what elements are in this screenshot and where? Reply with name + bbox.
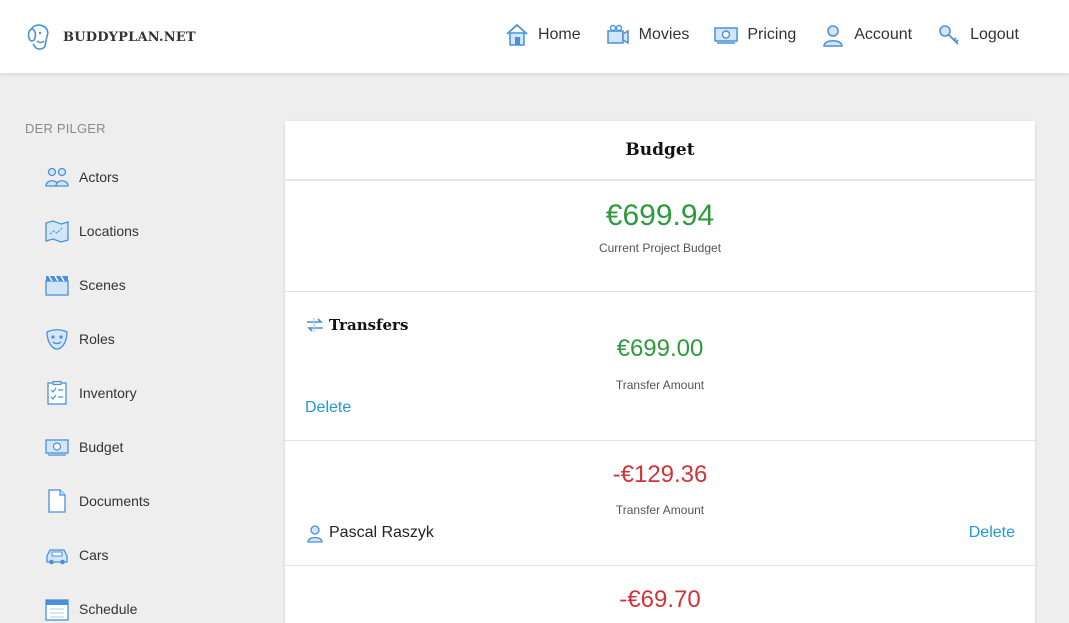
- movie-camera-icon: [606, 24, 629, 45]
- nav-logout-label: Logout: [970, 26, 1019, 43]
- transfer-amount-label: Transfer Amount: [615, 378, 705, 392]
- money-icon: [45, 439, 69, 456]
- calendar-icon: [45, 599, 69, 621]
- map-icon: [45, 220, 69, 243]
- sidebar-item-label: Locations: [79, 223, 139, 239]
- transfer-amount: €699.00: [616, 335, 704, 362]
- money-icon: [714, 27, 739, 44]
- dog-logo-icon: [27, 24, 49, 50]
- sidebar-item-label: Roles: [79, 331, 115, 347]
- sidebar-item-label: Scenes: [79, 277, 126, 293]
- budget-summary: €699.94 Current Project Budget: [285, 181, 1035, 292]
- brand-name: BUDDYPLAN.NET: [63, 29, 196, 45]
- nav-account-label: Account: [854, 26, 913, 43]
- sidebar-item-scenes[interactable]: Scenes: [25, 258, 255, 312]
- current-budget-amount: €699.94: [605, 199, 715, 232]
- delete-link[interactable]: Delete: [969, 524, 1015, 542]
- key-icon: [939, 25, 959, 45]
- sidebar-item-locations[interactable]: Locations: [25, 204, 255, 258]
- user-icon: [307, 525, 323, 543]
- checklist-icon: [47, 380, 67, 405]
- entry-person: Pascal Raszyk: [305, 523, 434, 543]
- sidebar-item-label: Schedule: [79, 601, 138, 617]
- nav-movies-label: Movies: [638, 26, 690, 43]
- sidebar-item-label: Cars: [79, 547, 109, 563]
- nav-logout[interactable]: Logout: [936, 22, 1019, 48]
- sidebar-item-cars[interactable]: Cars: [25, 528, 255, 582]
- brand[interactable]: BUDDYPLAN.NET: [25, 22, 196, 52]
- sidebar-item-inventory[interactable]: Inventory: [25, 366, 255, 420]
- sidebar-item-roles[interactable]: Roles: [25, 312, 255, 366]
- transfer-amount: -€69.70: [619, 586, 701, 613]
- mask-icon: [46, 329, 68, 350]
- project-title: DER PILGER: [25, 121, 106, 136]
- page-title: Budget: [625, 140, 695, 160]
- budget-entry: -€129.36 Transfer Amount Pascal Raszyk D…: [285, 441, 1035, 566]
- home-icon: [506, 23, 528, 46]
- card-header: Budget: [285, 121, 1035, 181]
- entry-title: Transfers: [305, 315, 408, 335]
- sidebar-item-schedule[interactable]: Schedule: [25, 582, 255, 623]
- sidebar-item-label: Inventory: [79, 385, 137, 401]
- sidebar-item-budget[interactable]: Budget: [25, 420, 255, 474]
- clapperboard-icon: [45, 275, 69, 296]
- actors-icon: [45, 167, 69, 187]
- sidebar-item-label: Budget: [79, 439, 124, 455]
- nav-home[interactable]: Home: [504, 22, 581, 48]
- document-icon: [48, 489, 66, 513]
- main-nav: Home Movies Pricing Account Logout: [480, 22, 1019, 48]
- transfer-amount-label: Transfer Amount: [615, 503, 705, 517]
- entry-title-label: Transfers: [329, 316, 409, 334]
- budget-entry: -€69.70: [285, 566, 1035, 623]
- transfer-icon: [307, 318, 323, 332]
- sidebar: DER PILGER Actors Locations Scenes Roles…: [25, 121, 255, 623]
- person-name: Pascal Raszyk: [329, 524, 434, 541]
- sidebar-item-label: Actors: [79, 169, 119, 185]
- nav-pricing[interactable]: Pricing: [713, 22, 796, 48]
- budget-entry: Transfers €699.00 Transfer Amount Delete: [285, 292, 1035, 441]
- nav-pricing-label: Pricing: [747, 26, 797, 43]
- user-icon: [823, 25, 844, 47]
- budget-card: Budget €699.94 Current Project Budget Tr…: [285, 121, 1035, 623]
- nav-account[interactable]: Account: [820, 22, 912, 48]
- nav-home-label: Home: [537, 26, 581, 43]
- top-navbar: BUDDYPLAN.NET Home Movies Pricing Accoun…: [0, 0, 1069, 73]
- sidebar-item-documents[interactable]: Documents: [25, 474, 255, 528]
- car-icon: [46, 549, 68, 565]
- delete-link[interactable]: Delete: [305, 399, 351, 417]
- current-budget-label: Current Project Budget: [598, 241, 722, 255]
- nav-movies[interactable]: Movies: [605, 22, 690, 48]
- transfer-amount: -€129.36: [612, 461, 708, 488]
- sidebar-item-actors[interactable]: Actors: [25, 150, 255, 204]
- sidebar-item-label: Documents: [79, 493, 150, 509]
